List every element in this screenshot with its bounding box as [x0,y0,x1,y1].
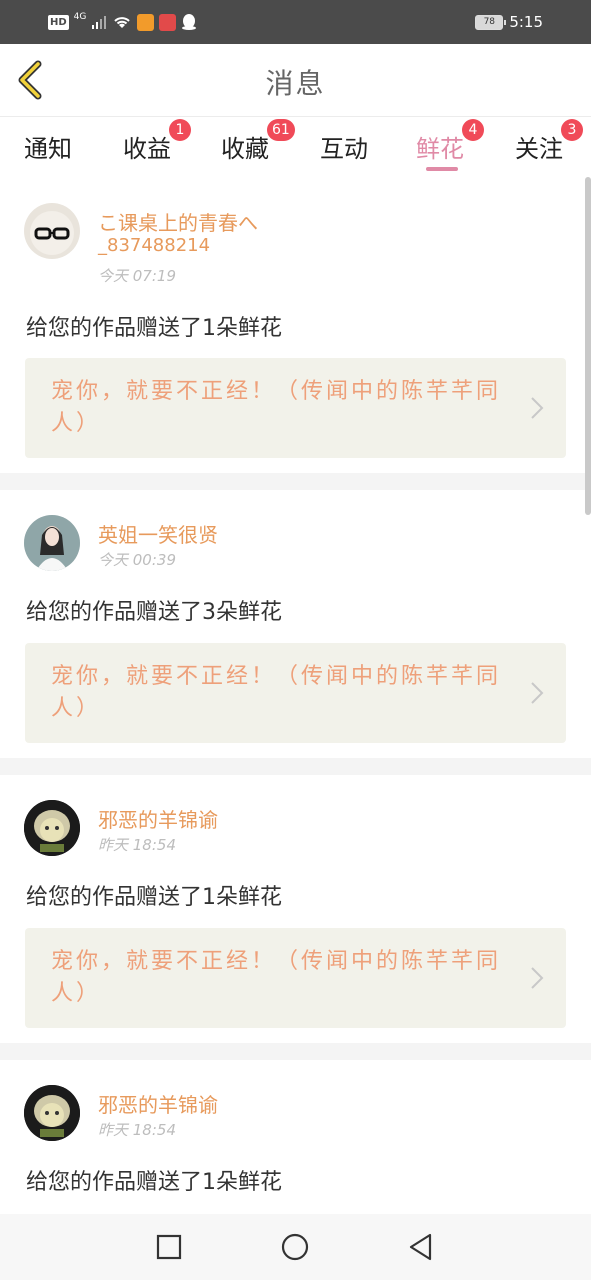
timestamp: 今天 00:39 [98,551,176,569]
list-item: こ课桌上的青春へ _837488214 今天 07:19 给您的作品赠送了1朵鲜… [0,177,591,473]
timestamp: 昨天 18:54 [98,836,176,854]
username[interactable]: 英姐一笑很贤 [98,519,218,548]
username[interactable]: 邪恶的羊锦谕 [98,804,218,833]
avatar-image [24,800,80,856]
message-text: 给您的作品赠送了3朵鲜花 [26,600,282,625]
work-link[interactable]: 宠你，就要不正经！（传闻中的陈芊芊同人） [25,643,566,743]
recents-button[interactable] [154,1232,184,1262]
active-tab-indicator [426,167,458,171]
avatar[interactable] [24,515,80,571]
tab-follow[interactable]: 关注 3 [515,119,583,164]
message-text: 给您的作品赠送了1朵鲜花 [26,316,282,341]
tab-label: 互动 [320,135,368,163]
wifi-icon [114,17,131,28]
avatar[interactable] [24,203,80,259]
avatar[interactable] [24,800,80,856]
scrollbar[interactable] [585,177,591,515]
status-right: 78 5:15 [475,12,543,32]
back-nav-button[interactable] [406,1232,436,1262]
triangle-back-icon [409,1233,432,1261]
status-bar: HD 4G 78 5:15 [0,0,591,44]
status-time: 5:15 [509,13,543,31]
qq-icon [182,14,197,30]
list-item: 英姐一笑很贤 今天 00:39 给您的作品赠送了3朵鲜花 宠你，就要不正经！（传… [0,490,591,758]
tab-bar: 通知 收益 1 收藏 61 互动 鲜花 4 关注 3 [0,117,591,177]
tab-label: 收藏 [221,135,269,163]
unread-badge: 61 [267,119,295,141]
list-item: 邪恶的羊锦谕 昨天 18:54 给您的作品赠送了1朵鲜花 宠你，就要不正经！（传… [0,775,591,1043]
video-app-icon [137,13,155,31]
page-title: 消息 [265,67,326,100]
home-button[interactable] [280,1232,310,1262]
unread-badge: 3 [561,119,583,141]
message-text: 给您的作品赠送了1朵鲜花 [26,885,282,910]
user-id: _837488214 [98,235,211,256]
header: 消息 [0,44,591,116]
work-title: 宠你，就要不正经！（传闻中的陈芊芊同人） [51,379,502,436]
timestamp: 昨天 18:54 [98,1121,176,1139]
work-title: 宠你，就要不正经！（传闻中的陈芊芊同人） [51,949,502,1006]
chevron-right-icon [531,967,544,989]
tab-earnings[interactable]: 收益 1 [123,119,191,164]
divider [0,473,591,490]
avatar-image [24,515,80,571]
avatar-image [24,1085,80,1141]
signal-icon [92,16,107,29]
tab-notification[interactable]: 通知 [24,129,72,164]
work-link[interactable]: 宠你，就要不正经！（传闻中的陈芊芊同人） [25,928,566,1028]
tab-interaction[interactable]: 互动 [320,129,368,164]
message-list[interactable]: こ课桌上的青春へ _837488214 今天 07:19 给您的作品赠送了1朵鲜… [0,177,591,1214]
book-app-icon [159,13,177,31]
chevron-right-icon [531,397,544,419]
unread-badge: 4 [462,119,484,141]
unread-badge: 1 [169,119,191,141]
tab-label: 鲜花 [416,135,464,163]
status-left: HD 4G [48,12,197,32]
list-item: 邪恶的羊锦谕 昨天 18:54 给您的作品赠送了1朵鲜花 [0,1060,591,1214]
hd-indicator: HD [48,14,69,30]
chevron-right-icon [531,682,544,704]
work-title: 宠你，就要不正经！（传闻中的陈芊芊同人） [51,664,502,721]
tab-label: 关注 [515,135,563,163]
divider [0,1043,591,1060]
network-type: 4G [73,12,87,22]
tab-favorites[interactable]: 收藏 61 [221,119,295,164]
avatar-image [30,211,74,255]
battery-icon: 78 [475,14,507,30]
timestamp: 今天 07:19 [98,267,176,285]
square-icon [156,1234,182,1260]
system-nav-bar [0,1214,591,1280]
work-link[interactable]: 宠你，就要不正经！（传闻中的陈芊芊同人） [25,358,566,458]
tab-label: 通知 [24,135,72,163]
circle-icon [281,1233,309,1261]
tab-label: 收益 [123,135,171,163]
username[interactable]: こ课桌上的青春へ [98,207,258,236]
avatar[interactable] [24,1085,80,1141]
tab-flowers[interactable]: 鲜花 4 [416,119,484,164]
message-text: 给您的作品赠送了1朵鲜花 [26,1170,282,1195]
username[interactable]: 邪恶的羊锦谕 [98,1089,218,1118]
divider [0,758,591,775]
